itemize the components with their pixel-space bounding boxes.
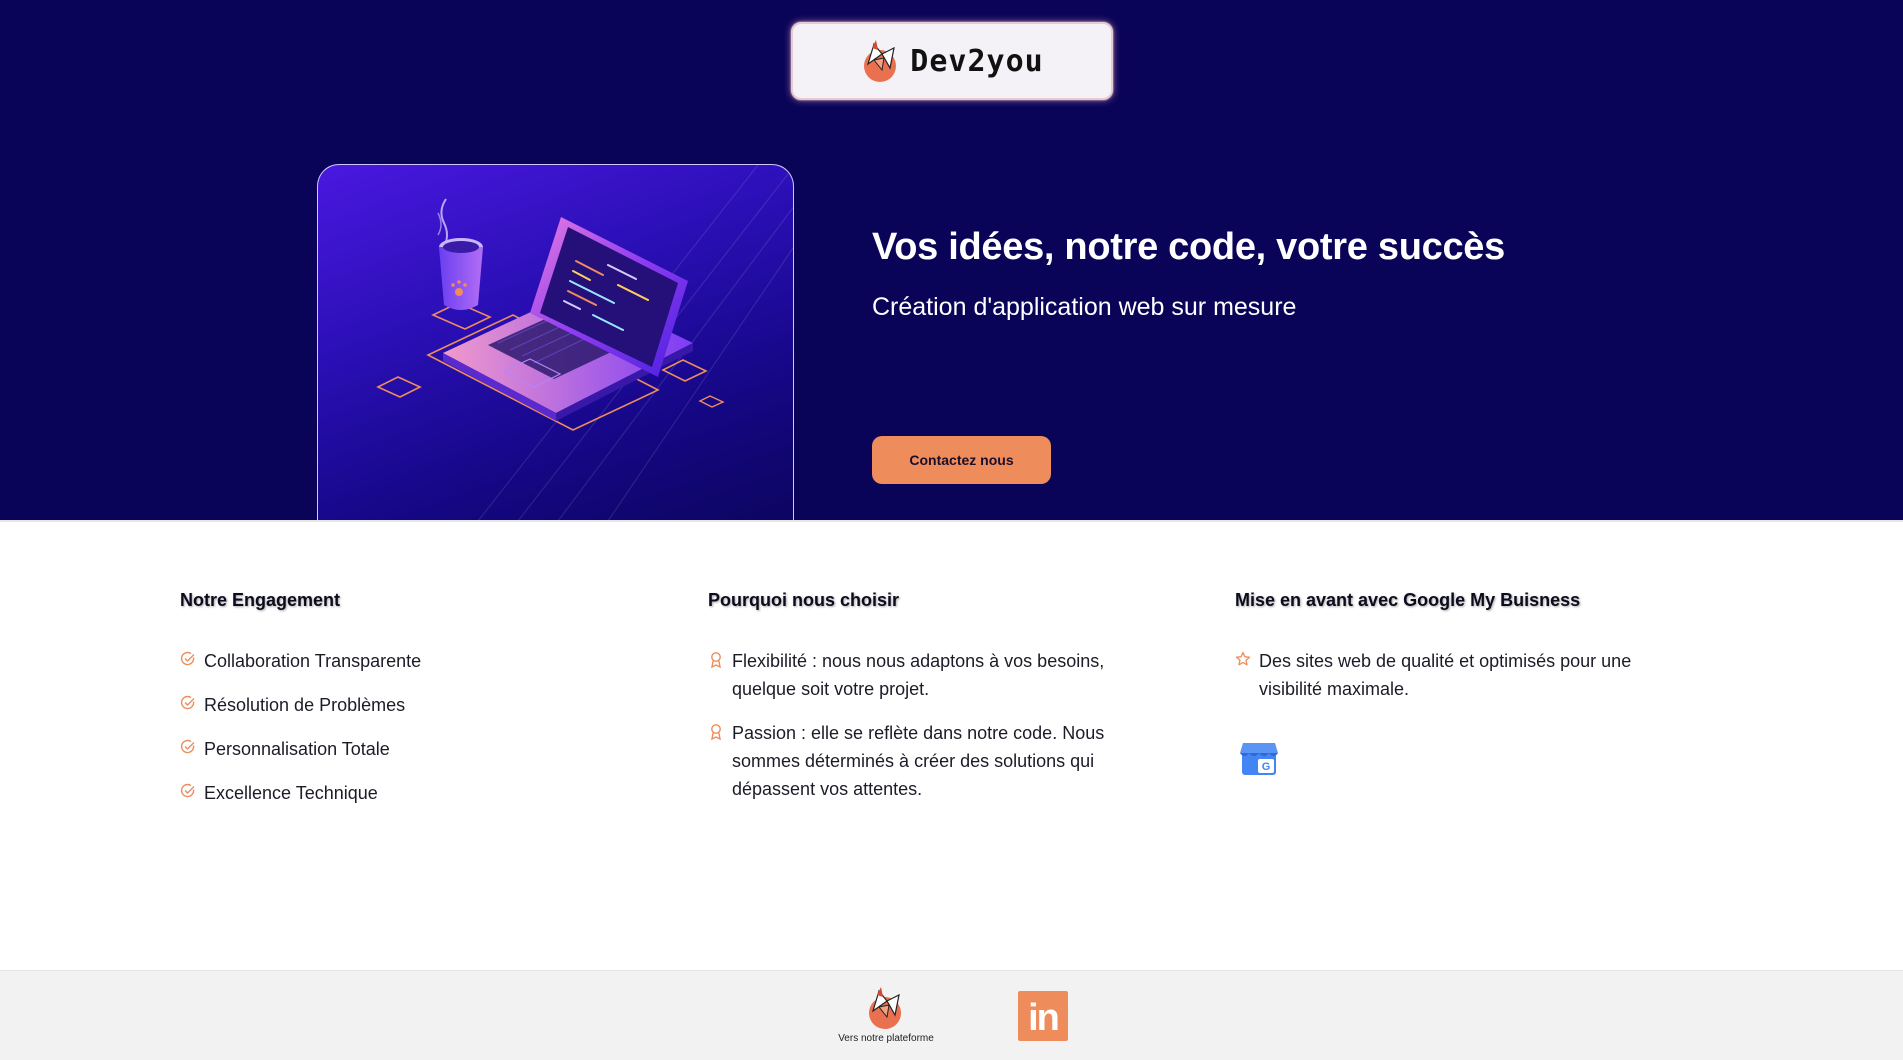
gmb-item-label: Des sites web de qualité et optimisés po… [1259, 651, 1632, 699]
check-circle-icon [180, 783, 195, 798]
laptop-coffee-illustration [317, 164, 794, 520]
check-circle-icon [180, 739, 195, 754]
engagement-item-label: Excellence Technique [204, 783, 378, 803]
footer: Vers notre plateforme in [0, 970, 1903, 1060]
platform-link-label: Vers notre plateforme [838, 1033, 934, 1044]
why-item-label: Passion : elle se reflète dans notre cod… [732, 723, 1105, 799]
engagement-item-label: Personnalisation Totale [204, 739, 390, 759]
check-circle-icon [180, 651, 195, 666]
check-circle-icon [180, 695, 195, 710]
hero-title: Vos idées, notre code, votre succès [872, 226, 1505, 268]
hero-section: Dev2you Vos idées, notre code, votre suc… [0, 0, 1903, 520]
contact-button[interactable]: Contactez nous [872, 436, 1051, 484]
engagement-item-label: Résolution de Problèmes [204, 695, 406, 715]
gmb-heading: Mise en avant avec Google My Buisness [1235, 590, 1581, 610]
why-item: Flexibilité : nous nous adaptons à vos b… [708, 647, 1148, 703]
engagement-item: Résolution de Problèmes [180, 691, 600, 719]
engagement-item: Personnalisation Totale [180, 735, 600, 763]
award-ribbon-icon [711, 724, 721, 741]
why-item: Passion : elle se reflète dans notre cod… [708, 719, 1148, 803]
engagement-item-label: Collaboration Transparente [204, 651, 422, 671]
platform-link[interactable]: Vers notre plateforme [828, 985, 944, 1044]
brand-name: Dev2you [910, 43, 1044, 79]
why-column: Pourquoi nous choisir Flexibilité : nous… [708, 590, 1148, 819]
award-ribbon-icon [711, 652, 721, 669]
hero-subtitle: Création d'application web sur mesure [872, 293, 1297, 321]
google-my-business-icon[interactable]: G [1239, 739, 1685, 782]
features-section: Notre Engagement Collaboration Transpare… [0, 520, 1903, 970]
why-heading: Pourquoi nous choisir [708, 590, 900, 610]
engagement-item: Collaboration Transparente [180, 647, 600, 675]
engagement-column: Notre Engagement Collaboration Transpare… [180, 590, 600, 823]
linkedin-icon[interactable]: in [1018, 991, 1068, 1041]
engagement-item: Excellence Technique [180, 779, 600, 807]
why-item-label: Flexibilité : nous nous adaptons à vos b… [732, 651, 1105, 699]
fox-logo-icon [864, 40, 897, 82]
svg-text:G: G [1262, 761, 1271, 773]
gmb-item: Des sites web de qualité et optimisés po… [1235, 647, 1685, 703]
engagement-heading: Notre Engagement [180, 590, 341, 610]
star-outline-icon [1235, 651, 1251, 666]
brand-logo-card[interactable]: Dev2you [791, 22, 1113, 100]
linkedin-text: in [1028, 996, 1060, 1039]
fox-logo-icon [869, 987, 901, 1029]
gmb-column: Mise en avant avec Google My Buisness De… [1235, 590, 1685, 782]
